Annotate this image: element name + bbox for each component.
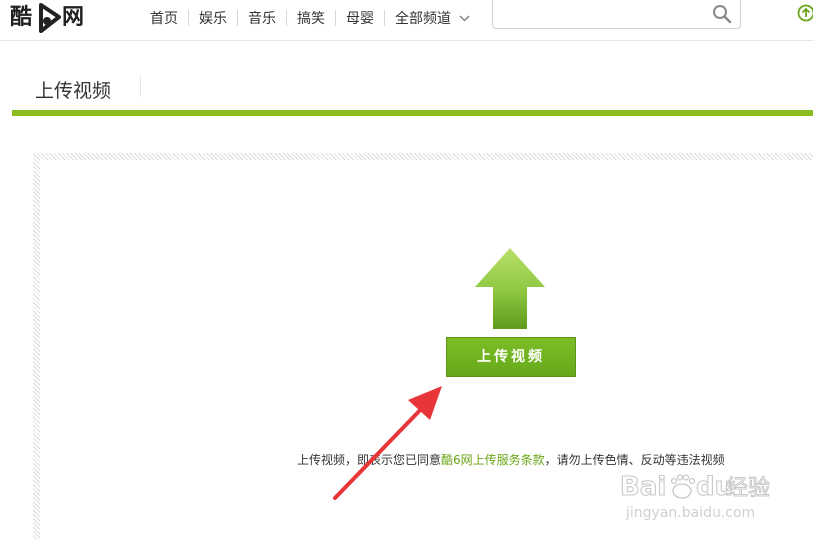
watermark-url: jingyan.baidu.com	[625, 505, 755, 521]
all-channels-label: 全部频道	[395, 10, 451, 26]
upload-arrow-icon	[475, 248, 545, 329]
logo-char-ku: 酷	[10, 5, 33, 30]
nav-item-home[interactable]: 首页	[140, 10, 189, 26]
play-six-logo-icon	[39, 3, 61, 33]
upload-circle-icon[interactable]	[797, 4, 813, 22]
search-icon[interactable]	[712, 4, 732, 24]
baidu-jingyan-watermark: Bai du 经验 jingyan.baidu.com	[620, 471, 771, 521]
nav-item-entertainment[interactable]: 娱乐	[189, 10, 238, 26]
upload-page: 酷 网 首页 娱乐 音乐 搞笑 母婴 全部频道 上传视频 上传视频 上传视频，即…	[0, 0, 813, 539]
terms-link[interactable]: 酷6网上传服务条款	[441, 453, 545, 467]
channel-nav: 首页 娱乐 音乐 搞笑 母婴 全部频道	[140, 0, 480, 36]
title-row: 上传视频	[12, 41, 813, 116]
title-underline	[12, 110, 813, 116]
notice-suffix: ，请勿上传色情、反动等违法视频	[544, 453, 725, 467]
annotation-arrow-icon	[333, 386, 442, 500]
search-input[interactable]	[493, 0, 708, 27]
ku6-logo[interactable]: 酷 网	[10, 3, 92, 35]
search-box	[492, 0, 741, 29]
top-navigation-bar: 酷 网 首页 娱乐 音乐 搞笑 母婴 全部频道	[0, 0, 813, 41]
nav-item-parenting[interactable]: 母婴	[336, 10, 385, 26]
watermark-cn: 经验	[726, 476, 770, 501]
logo-char-wang: 网	[62, 5, 85, 30]
title-divider	[140, 75, 141, 97]
paw-icon	[670, 474, 696, 499]
nav-item-all-channels[interactable]: 全部频道	[385, 10, 480, 26]
watermark-brand: Bai	[620, 472, 666, 502]
nav-item-funny[interactable]: 搞笑	[287, 10, 336, 26]
nav-item-music[interactable]: 音乐	[238, 10, 287, 26]
page-title: 上传视频	[35, 80, 112, 102]
chevron-down-icon	[459, 15, 470, 21]
upload-video-button[interactable]: 上传视频	[446, 337, 576, 377]
